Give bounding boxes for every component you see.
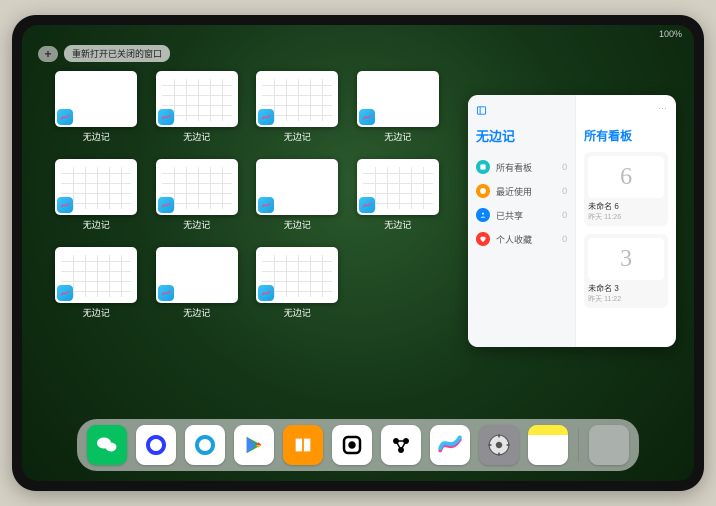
thumbnail-window[interactable] [55, 247, 137, 303]
board-item[interactable]: 6 未命名 6 昨天 11:26 [584, 152, 668, 226]
thumbnail-label: 无边记 [284, 306, 311, 319]
category-item[interactable]: 所有看板 0 [476, 155, 567, 179]
dock [77, 419, 639, 471]
thumbnail-label: 无边记 [183, 130, 210, 143]
freeform-app-icon [158, 197, 174, 213]
dock-app-quark[interactable] [136, 425, 176, 465]
dock-app-qqbrowser[interactable] [185, 425, 225, 465]
board-name: 未命名 6 [588, 201, 664, 212]
sidebar-toggle-icon[interactable] [476, 105, 487, 116]
panel-header [476, 105, 567, 116]
thumbnail-window[interactable] [256, 247, 338, 303]
thumbnail-window[interactable] [156, 71, 238, 127]
category-icon [476, 184, 490, 198]
dock-app-atoms[interactable] [381, 425, 421, 465]
freeform-panel[interactable]: … 无边记 所有看板 0 最近使用 0 已共享 0 个人收藏 0 所有看板 6 … [468, 95, 676, 347]
panel-left-title: 无边记 [476, 126, 567, 145]
thumbnail-label: 无边记 [83, 306, 110, 319]
panel-content: 所有看板 6 未命名 6 昨天 11:26 3 未命名 3 昨天 11:22 [576, 95, 676, 347]
category-label: 所有看板 [496, 161, 532, 174]
add-button[interactable]: + [38, 46, 58, 62]
thumbnail-label: 无边记 [384, 218, 411, 231]
panel-more-icon[interactable]: … [658, 101, 668, 111]
panel-right-title: 所有看板 [584, 127, 668, 144]
thumbnail-label: 无边记 [183, 306, 210, 319]
thumbnail-window[interactable] [55, 71, 137, 127]
category-icon [476, 232, 490, 246]
reopen-window-button[interactable]: 重新打开已关闭的窗口 [64, 45, 170, 62]
category-count: 0 [562, 234, 567, 244]
dock-app-play[interactable] [234, 425, 274, 465]
freeform-app-icon [258, 197, 274, 213]
thumbnail-window[interactable] [256, 159, 338, 215]
thumbnail-label: 无边记 [83, 130, 110, 143]
category-count: 0 [562, 186, 567, 196]
stage-thumbnail[interactable]: 无边记 [153, 71, 242, 143]
board-preview: 6 [588, 156, 664, 198]
stage-thumbnail[interactable]: 无边记 [52, 159, 141, 231]
board-item[interactable]: 3 未命名 3 昨天 11:22 [584, 234, 668, 308]
stage-thumbnail[interactable]: 无边记 [52, 247, 141, 319]
freeform-app-icon [158, 285, 174, 301]
thumbnail-label: 无边记 [284, 130, 311, 143]
category-list: 所有看板 0 最近使用 0 已共享 0 个人收藏 0 [476, 155, 567, 251]
freeform-app-icon [57, 285, 73, 301]
category-count: 0 [562, 162, 567, 172]
thumbnail-window[interactable] [357, 159, 439, 215]
category-label: 已共享 [496, 209, 523, 222]
dock-app-freeform[interactable] [430, 425, 470, 465]
stage-thumbnail[interactable]: 无边记 [253, 247, 342, 319]
top-controls: + 重新打开已关闭的窗口 [38, 45, 170, 62]
ipad-frame: 100% + 重新打开已关闭的窗口 无边记 无边记 无边记 [12, 15, 704, 491]
thumbnail-label: 无边记 [183, 218, 210, 231]
stage-thumbnail[interactable]: 无边记 [153, 247, 242, 319]
screen: 100% + 重新打开已关闭的窗口 无边记 无边记 无边记 [22, 25, 694, 481]
thumbnail-window[interactable] [156, 247, 238, 303]
battery-status: 100% [659, 29, 682, 43]
thumbnail-window[interactable] [256, 71, 338, 127]
freeform-app-icon [258, 285, 274, 301]
dock-recent-apps[interactable] [589, 425, 629, 465]
category-count: 0 [562, 210, 567, 220]
stage-thumbnail[interactable]: 无边记 [52, 71, 141, 143]
stage-thumbnail[interactable]: 无边记 [153, 159, 242, 231]
board-date: 昨天 11:22 [588, 294, 664, 304]
dock-app-notes[interactable] [528, 425, 568, 465]
freeform-app-icon [359, 197, 375, 213]
thumbnail-window[interactable] [357, 71, 439, 127]
thumbnail-window[interactable] [55, 159, 137, 215]
freeform-app-icon [57, 109, 73, 125]
category-item[interactable]: 最近使用 0 [476, 179, 567, 203]
thumbnail-label: 无边记 [384, 130, 411, 143]
category-item[interactable]: 已共享 0 [476, 203, 567, 227]
thumbnail-window[interactable] [156, 159, 238, 215]
freeform-app-icon [158, 109, 174, 125]
freeform-app-icon [258, 109, 274, 125]
stage-manager-grid: 无边记 无边记 无边记 无边记 无边记 [52, 71, 442, 319]
freeform-app-icon [57, 197, 73, 213]
panel-sidebar: 无边记 所有看板 0 最近使用 0 已共享 0 个人收藏 0 [468, 95, 576, 347]
stage-thumbnail[interactable]: 无边记 [354, 71, 443, 143]
board-preview: 3 [588, 238, 664, 280]
board-date: 昨天 11:26 [588, 212, 664, 222]
category-label: 最近使用 [496, 185, 532, 198]
dock-divider [578, 428, 579, 462]
dock-app-settings[interactable] [479, 425, 519, 465]
board-name: 未命名 3 [588, 283, 664, 294]
thumbnail-label: 无边记 [83, 218, 110, 231]
category-label: 个人收藏 [496, 233, 532, 246]
thumbnail-label: 无边记 [284, 218, 311, 231]
category-icon [476, 208, 490, 222]
stage-thumbnail[interactable]: 无边记 [253, 159, 342, 231]
dock-app-dice[interactable] [332, 425, 372, 465]
dock-app-wechat[interactable] [87, 425, 127, 465]
category-item[interactable]: 个人收藏 0 [476, 227, 567, 251]
stage-thumbnail[interactable]: 无边记 [354, 159, 443, 231]
category-icon [476, 160, 490, 174]
status-bar: 100% [22, 29, 694, 43]
stage-thumbnail[interactable]: 无边记 [253, 71, 342, 143]
dock-app-books[interactable] [283, 425, 323, 465]
freeform-app-icon [359, 109, 375, 125]
